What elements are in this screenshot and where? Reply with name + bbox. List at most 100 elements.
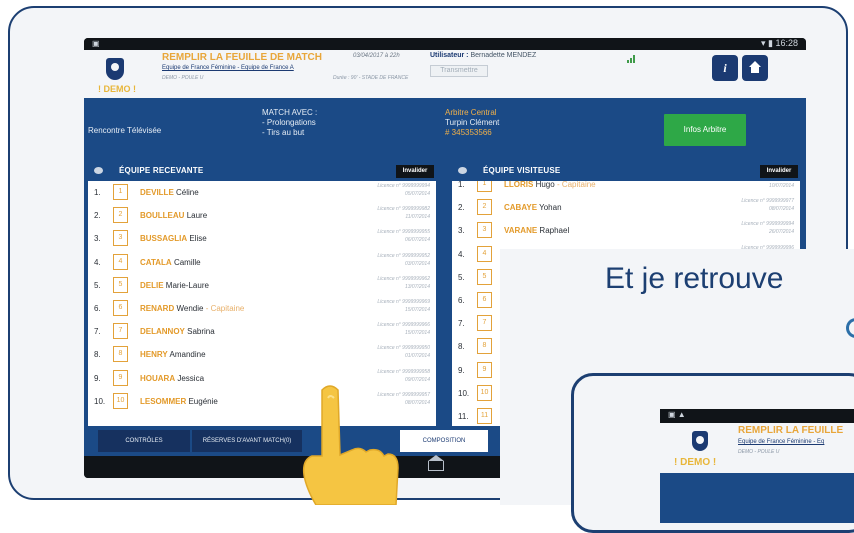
player-last-name: BUSSAGLIA <box>140 234 188 244</box>
away-team-header: ÉQUIPE VISITEUSE Invalider <box>452 163 800 179</box>
player-last-name: DELANNOY <box>140 327 185 337</box>
player-number[interactable]: 5 <box>477 268 492 285</box>
tab-controles[interactable]: CONTRÔLES <box>98 430 190 452</box>
player-name: BUSSAGLIA Elise <box>140 234 207 243</box>
player-number[interactable]: 1 <box>477 181 492 192</box>
licence-number: Licence n° 9999999950 <box>377 345 430 352</box>
player-index: 1. <box>94 188 101 197</box>
licence-number: Licence n° 9999999962 <box>377 275 430 282</box>
player-first-name: Wendie <box>176 304 204 313</box>
player-first-name: Eugénie <box>188 396 218 406</box>
player-name: LLORIS Hugo - Capitaine <box>504 181 596 189</box>
licence-date: 05/07/2014 <box>404 191 430 197</box>
away-team-label: ÉQUIPE VISITEUSE <box>483 166 561 175</box>
referee-name: Turpin Clément <box>445 118 500 127</box>
licence-date: 06/07/2014 <box>404 237 430 244</box>
licence-number: Licence n° 9999999952 <box>377 252 430 259</box>
player-number[interactable]: 9 <box>477 361 492 378</box>
mini-blue-band <box>660 473 854 523</box>
player-row[interactable]: 1. 1 LLORIS Hugo - Capitaine Licence n° 999… <box>452 181 800 196</box>
licence-date: 03/07/2014 <box>404 260 430 267</box>
match-phase: DEMO - POULE U <box>162 75 204 81</box>
match-teams-link[interactable]: Equipe de France Féminine - Equipe de Fr… <box>162 65 294 71</box>
player-number[interactable]: 9 <box>113 369 128 386</box>
player-last-name: HOUARA <box>140 373 176 383</box>
mini-logo-icon <box>692 431 708 451</box>
collapse-icon[interactable] <box>94 167 103 174</box>
player-index: 9. <box>94 373 101 383</box>
player-number[interactable]: 2 <box>113 207 128 224</box>
nav-home-icon[interactable] <box>428 455 444 471</box>
player-row[interactable]: 1. 1 DEVILLE Céline Licence n° 9999999994 0… <box>88 181 436 204</box>
player-number[interactable]: 10 <box>113 392 128 409</box>
player-first-name: Yohan <box>539 203 562 213</box>
fff-logo-icon <box>106 58 124 80</box>
player-index: 2. <box>94 211 101 221</box>
licence-date: 13/07/2014 <box>404 283 430 290</box>
player-row[interactable]: 7. 7 DELANNOY Sabrina Licence n° 999999996… <box>88 320 436 343</box>
licence-date: 15/07/2014 <box>404 330 430 337</box>
mini-demo-label: ! DEMO ! <box>674 457 717 468</box>
player-number[interactable]: 7 <box>477 315 492 332</box>
home-invalider-button[interactable]: Invalider <box>396 165 434 178</box>
player-licence: Licence n° 9999999955 06/07/2014 <box>377 228 430 244</box>
player-row[interactable]: 6. 6 RENARD Wendie - Capitaine Licence n° 9… <box>88 297 436 320</box>
player-row[interactable]: 3. 3 BUSSAGLIA Elise Licence n° 9999999955… <box>88 227 436 250</box>
player-first-name: Jessica <box>177 373 205 383</box>
player-number[interactable]: 3 <box>113 230 128 247</box>
tab-reserves[interactable]: RÉSERVES D'AVANT MATCH(0) <box>192 430 302 452</box>
match-with-title: MATCH AVEC : <box>262 108 318 117</box>
player-index: 2. <box>458 203 465 213</box>
player-row[interactable]: 5. 5 DELIE Marie-Laure Licence n° 99999999… <box>88 274 436 297</box>
player-last-name: VARANE <box>504 226 538 236</box>
player-number[interactable]: 5 <box>113 276 128 293</box>
player-number[interactable]: 4 <box>113 253 128 270</box>
licence-date: 10/07/2014 <box>768 183 794 189</box>
player-number[interactable]: 8 <box>113 346 128 363</box>
away-invalider-button[interactable]: Invalider <box>760 165 798 178</box>
referee-label: Arbitre Central <box>445 108 497 117</box>
transmit-button[interactable]: Transmettre <box>430 65 488 77</box>
player-number[interactable]: 11 <box>477 408 492 424</box>
referee-infos-button[interactable]: Infos Arbitre <box>664 114 746 146</box>
player-number[interactable]: 4 <box>477 245 492 262</box>
player-name: LESOMMER Eugénie <box>140 397 218 406</box>
player-index: 1. <box>458 181 465 189</box>
collapse-icon[interactable] <box>458 167 467 174</box>
home-icon[interactable] <box>742 55 768 81</box>
player-last-name: RENARD <box>140 304 175 313</box>
licence-date: 15/07/2014 <box>404 307 430 313</box>
player-index: 6. <box>458 296 465 305</box>
player-row[interactable]: 2. 2 BOULLEAU Laure Licence n° 9999999982 1… <box>88 204 436 227</box>
demo-label: ! DEMO ! <box>98 84 136 94</box>
camera-icon: ▣ <box>92 39 100 48</box>
player-index: 9. <box>458 365 465 375</box>
player-row[interactable]: 2. 2 CABAYE Yohan Licence n° 9999999977 08/… <box>452 196 800 219</box>
player-name: DELANNOY Sabrina <box>140 327 215 336</box>
licence-date: 09/07/2014 <box>404 376 430 383</box>
player-row[interactable]: 3. 3 VARANE Raphael Licence n° 9999999994 2… <box>452 219 800 242</box>
player-row[interactable]: 4. 4 CATALA Camille Licence n° 9999999952 0… <box>88 251 436 274</box>
player-number[interactable]: 2 <box>477 199 492 216</box>
player-first-name: Amandine <box>169 350 206 360</box>
tab-composition[interactable]: COMPOSITION <box>400 430 488 452</box>
player-index: 10. <box>94 396 106 406</box>
player-name: HOUARA Jessica <box>140 374 204 383</box>
player-number[interactable]: 3 <box>477 222 492 239</box>
player-row[interactable]: 8. 8 HENRY Amandine Licence n° 9999999950 0… <box>88 343 436 366</box>
player-number[interactable]: 6 <box>477 292 492 308</box>
player-index: 7. <box>458 319 465 329</box>
player-last-name: CABAYE <box>504 203 538 213</box>
player-name: VARANE Raphael <box>504 226 569 235</box>
player-number[interactable]: 7 <box>113 323 128 340</box>
player-number[interactable]: 8 <box>477 338 492 355</box>
player-index: 4. <box>458 249 465 259</box>
info-button[interactable]: i <box>712 55 738 81</box>
player-index: 4. <box>94 257 101 267</box>
player-licence: Licence n° 9999999950 01/07/2014 <box>377 344 430 360</box>
licence-date: 08/07/2014 <box>404 399 430 406</box>
player-number[interactable]: 10 <box>477 384 492 401</box>
player-index: 10. <box>458 388 470 398</box>
player-number[interactable]: 6 <box>113 300 128 316</box>
player-number[interactable]: 1 <box>113 184 128 200</box>
